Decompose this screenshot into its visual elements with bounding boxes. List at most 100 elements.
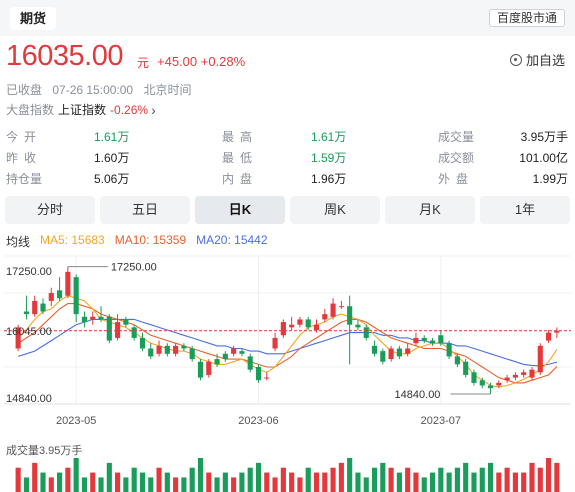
stat-turnover: 成交额 101.00亿: [438, 150, 568, 166]
target-icon: [509, 53, 522, 66]
candle-body: [23, 311, 30, 315]
market-status: 已收盘 07-26 15:00:00 北京时间: [6, 81, 198, 98]
candle-body: [222, 353, 228, 360]
stat-value: 5.06万: [94, 172, 130, 186]
time-zone: 北京时间: [143, 83, 192, 97]
chart-grid: [4, 255, 571, 405]
ma-legend: 均线 MA5: 15683 MA10: 15359 MA20: 15442: [6, 233, 268, 250]
candle-body: [305, 319, 311, 328]
volume-bar: [131, 467, 137, 492]
candle-body: [529, 369, 535, 378]
axis-bottom-label: 14840.00: [6, 393, 52, 405]
volume-bar: [545, 458, 552, 492]
candle-body: [313, 324, 320, 330]
stat-value: 1.99万: [532, 172, 568, 186]
tab-intraday[interactable]: 分时: [5, 196, 95, 224]
candle-body: [388, 348, 394, 360]
candle-body: [537, 345, 543, 373]
candle-body: [471, 372, 477, 383]
candle-body: [214, 359, 220, 365]
volume-bar: [272, 477, 278, 492]
brand-badge[interactable]: 百度股市通: [488, 9, 565, 27]
tab-one-year[interactable]: 1年: [480, 196, 570, 224]
top-bar: 期货 百度股市通: [0, 0, 575, 36]
candle-body: [338, 306, 344, 308]
market-state: 已收盘: [6, 83, 43, 97]
candle-body: [81, 316, 88, 323]
candle-body: [231, 348, 237, 354]
ma20-legend: MA20: 15442: [196, 233, 268, 247]
volume-bar: [23, 477, 30, 492]
market-index-link[interactable]: 大盘指数 上证指数 -0.26% ›: [6, 101, 156, 118]
candle-body: [487, 385, 494, 389]
change-percent: +0.28%: [200, 54, 246, 69]
tab-futures[interactable]: 期货: [10, 7, 57, 30]
stat-open: 今开 1.61万: [6, 129, 129, 145]
ma10-line: [17, 303, 558, 384]
add-watchlist-label: 加自选: [525, 53, 565, 68]
candle-body: [479, 380, 485, 386]
current-price-label: 16045.00: [6, 326, 52, 338]
candle-body: [40, 303, 46, 312]
max-price-label: 17250.00: [111, 262, 157, 274]
volume-bar: [32, 462, 38, 492]
chevron-right-icon: ›: [151, 101, 156, 118]
volume-bar: [81, 477, 88, 492]
x-tick-label: 2023-05: [56, 415, 96, 427]
volume-bar: [371, 467, 378, 492]
candle-body: [247, 356, 253, 370]
candle-body: [521, 372, 527, 375]
candle-body: [90, 316, 96, 320]
index-name: 上证指数: [58, 103, 107, 117]
volume-bar: [355, 472, 361, 492]
candle-body: [255, 367, 262, 381]
stat-label: 成交量: [438, 130, 475, 144]
volume-bar: [363, 477, 369, 492]
volume-bar: [438, 467, 444, 492]
stat-value: 1.60万: [94, 151, 130, 165]
period-tabs: 分时 五日 日K 周K 月K 1年: [5, 196, 570, 224]
candle-body: [164, 345, 170, 354]
stat-value: 1.61万: [311, 130, 347, 144]
tab-daily-k[interactable]: 日K: [195, 196, 285, 224]
stat-low: 最低 1.59万: [222, 150, 346, 166]
tab-weekly-k[interactable]: 周K: [290, 196, 380, 224]
volume-bar: [504, 467, 510, 492]
tab-five-day[interactable]: 五日: [100, 196, 190, 224]
index-value: -0.26%: [110, 102, 149, 117]
volume-bar: [347, 458, 353, 492]
current-price: 16035.00: [6, 40, 123, 72]
candle-body: [446, 343, 452, 357]
stat-value: 1.61万: [94, 130, 130, 144]
candle-body: [512, 374, 518, 378]
change-amount: +45.00: [157, 54, 198, 69]
volume-bar: [413, 472, 419, 492]
volume-bar: [197, 458, 204, 492]
volume-bar: [421, 477, 427, 492]
candle-body: [131, 327, 137, 338]
candle-body: [156, 345, 162, 354]
volume-bar: [73, 458, 79, 492]
stat-label: 最低: [222, 151, 259, 165]
tab-monthly-k[interactable]: 月K: [385, 196, 475, 224]
candle-body: [330, 303, 336, 317]
candle-body: [139, 337, 146, 349]
candle-body: [272, 337, 278, 349]
candle-body: [289, 324, 295, 328]
stat-label: 持仓量: [6, 172, 43, 186]
candle-body: [396, 348, 402, 357]
volume-chart[interactable]: [0, 455, 575, 492]
volume-bar: [280, 467, 286, 492]
add-watchlist-button[interactable]: 加自选: [509, 50, 565, 69]
volume-bar: [239, 472, 245, 492]
volume-bar: [396, 472, 402, 492]
volume-bar: [537, 467, 543, 492]
volume-bar: [231, 477, 237, 492]
stat-outer-volume: 外盘 1.99万: [438, 171, 568, 187]
kline-chart[interactable]: 2023-05 2023-06 2023-07 17250.00 17250.0…: [0, 252, 575, 437]
stat-high: 最高 1.61万: [222, 129, 346, 145]
volume-bar: [405, 467, 411, 492]
ma5-legend: MA5: 15683: [40, 233, 105, 247]
candle-body: [106, 316, 112, 341]
volume-bar: [479, 467, 485, 492]
